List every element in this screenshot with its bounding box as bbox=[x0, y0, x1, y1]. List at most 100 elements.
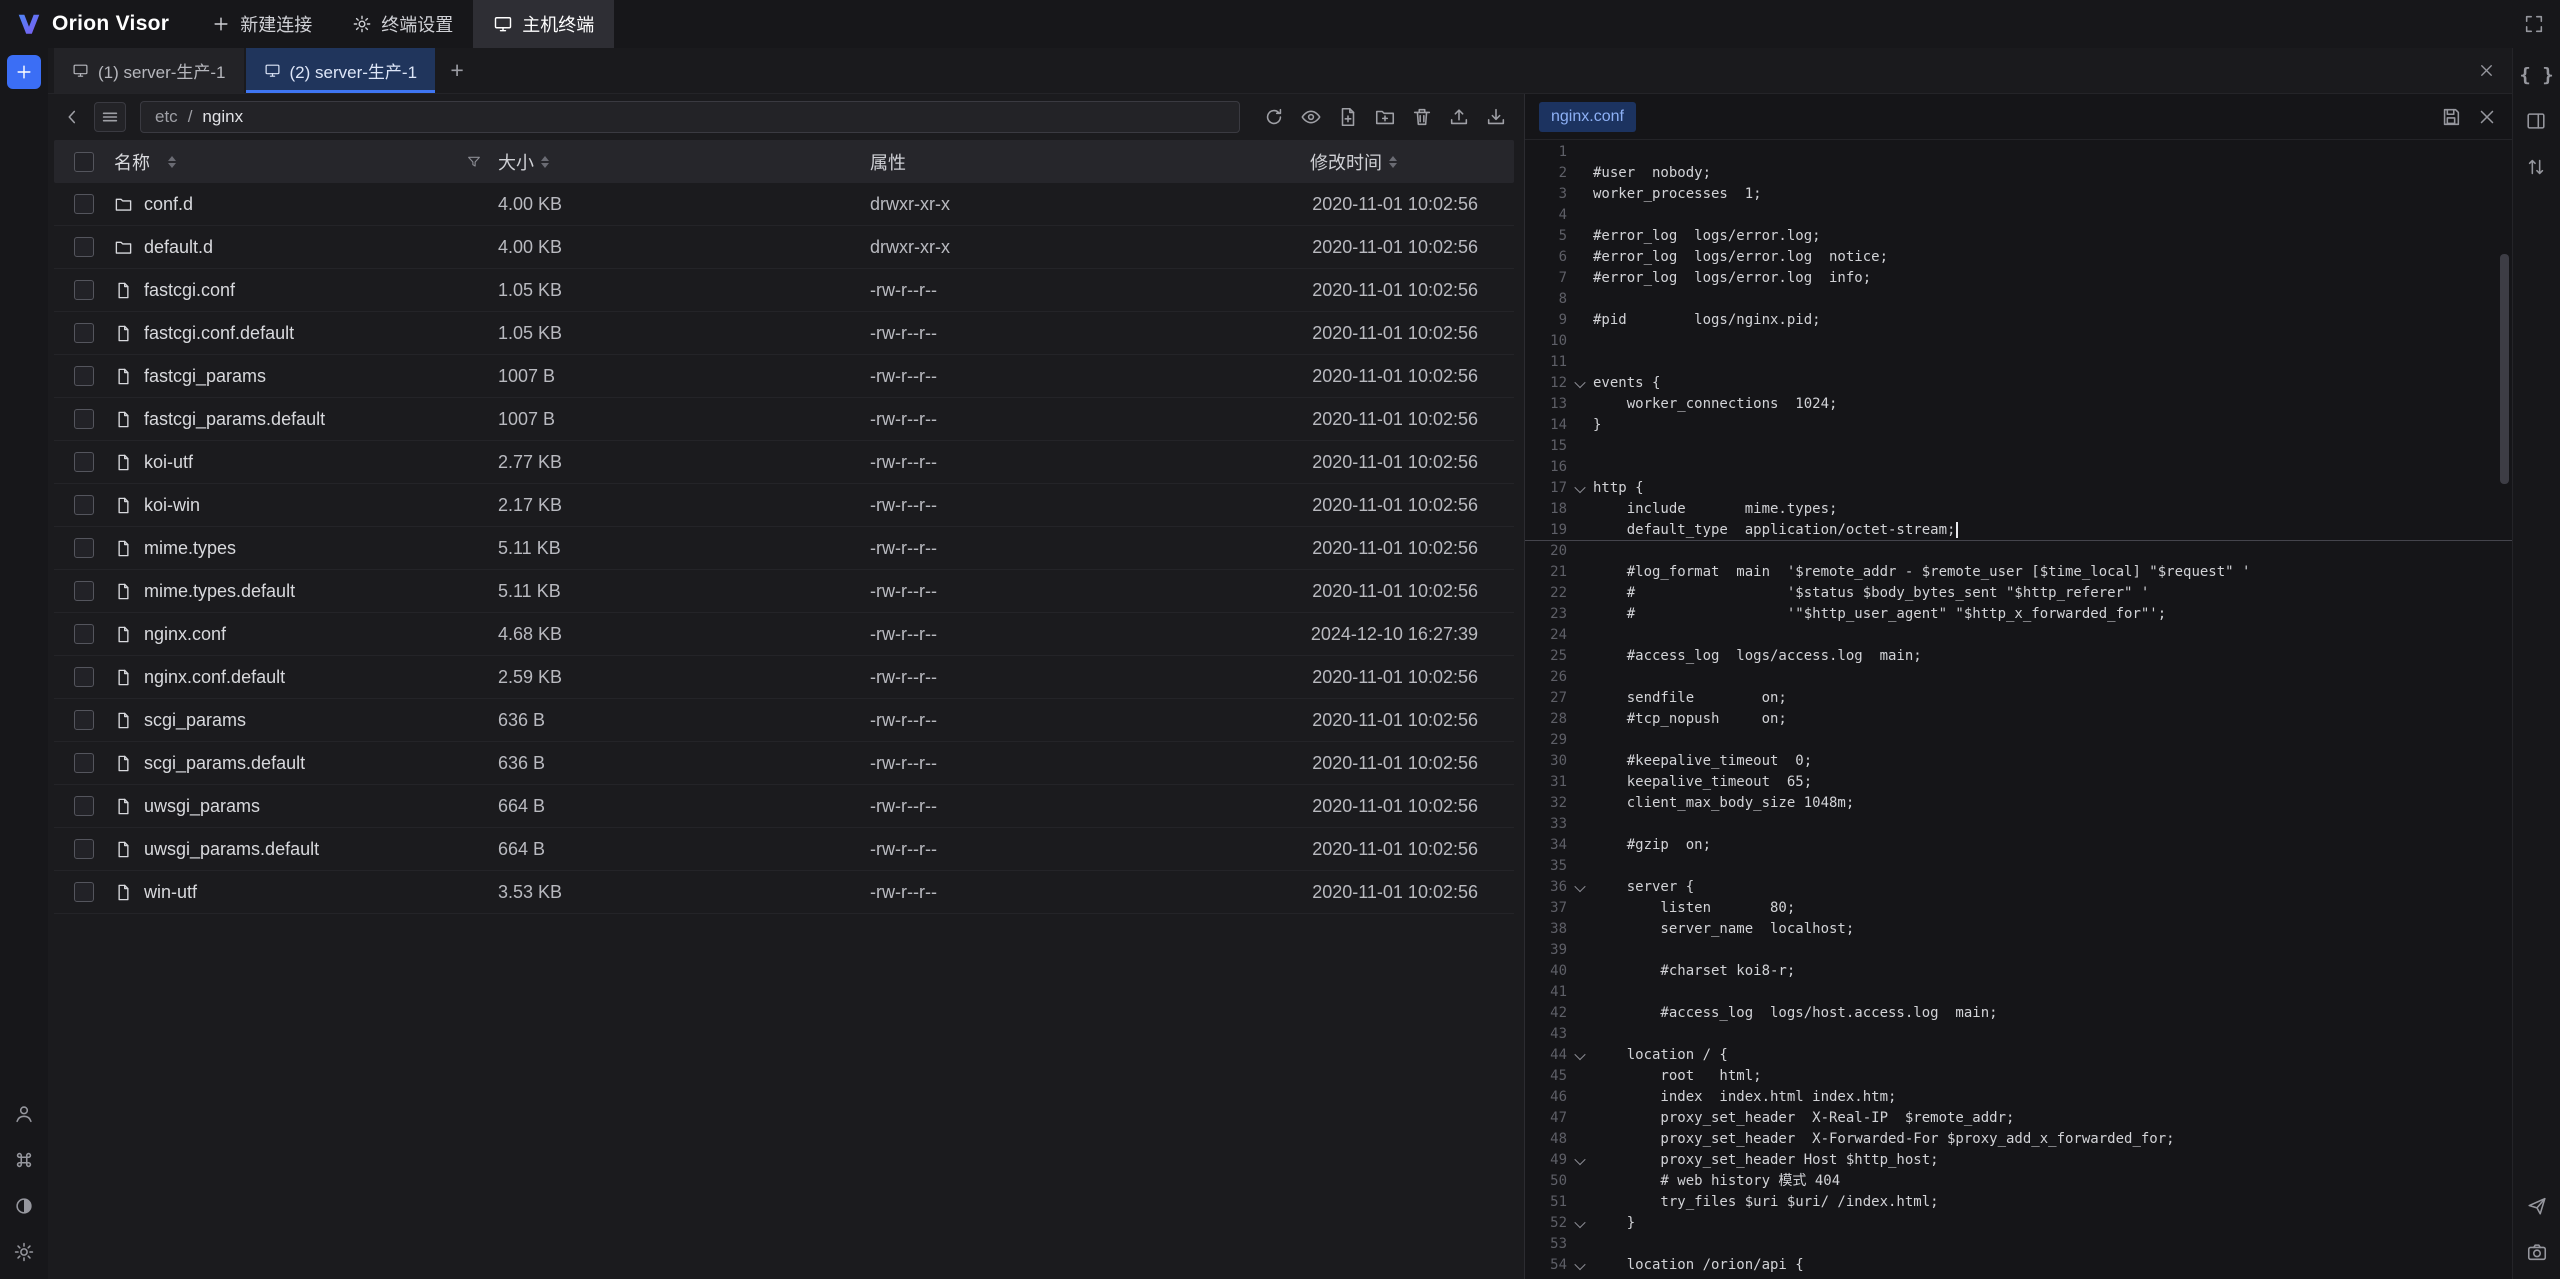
eye-button[interactable] bbox=[1295, 102, 1327, 132]
editor-file-tab[interactable]: nginx.conf bbox=[1539, 102, 1636, 132]
column-label: 名称 bbox=[114, 149, 150, 175]
fold-chevron-icon[interactable] bbox=[1574, 1048, 1585, 1059]
table-row[interactable]: fastcgi.conf1.05 KB-rw-r--r--2020-11-01 … bbox=[54, 269, 1514, 312]
add-tab-button[interactable]: + bbox=[437, 48, 477, 93]
fullscreen-button[interactable] bbox=[2508, 0, 2560, 48]
code-editor[interactable]: 12#user nobody;3worker_processes 1;45#er… bbox=[1525, 140, 2512, 1279]
code-line: 9#pid logs/nginx.pid; bbox=[1525, 310, 2512, 331]
row-checkbox[interactable] bbox=[74, 538, 94, 558]
fold-chevron-icon[interactable] bbox=[1574, 1216, 1585, 1227]
command-button[interactable] bbox=[13, 1149, 35, 1171]
line-number: 43 bbox=[1525, 1024, 1567, 1045]
row-checkbox[interactable] bbox=[74, 796, 94, 816]
table-row[interactable]: uwsgi_params664 B-rw-r--r--2020-11-01 10… bbox=[54, 785, 1514, 828]
sort-icon[interactable] bbox=[541, 156, 549, 168]
table-row[interactable]: fastcgi_params1007 B-rw-r--r--2020-11-01… bbox=[54, 355, 1514, 398]
column-header-name[interactable]: 名称 bbox=[114, 149, 498, 175]
table-row[interactable]: fastcgi.conf.default1.05 KB-rw-r--r--202… bbox=[54, 312, 1514, 355]
table-row[interactable]: conf.d4.00 KBdrwxr-xr-x2020-11-01 10:02:… bbox=[54, 183, 1514, 226]
row-checkbox[interactable] bbox=[74, 323, 94, 343]
row-checkbox[interactable] bbox=[74, 194, 94, 214]
table-row[interactable]: uwsgi_params.default664 B-rw-r--r--2020-… bbox=[54, 828, 1514, 871]
sort-icon[interactable] bbox=[1389, 156, 1397, 168]
table-row[interactable]: win-utf3.53 KB-rw-r--r--2020-11-01 10:02… bbox=[54, 871, 1514, 914]
row-checkbox[interactable] bbox=[74, 280, 94, 300]
column-header-size[interactable]: 大小 bbox=[498, 149, 870, 175]
fold-chevron-icon[interactable] bbox=[1574, 481, 1585, 492]
close-editor-button[interactable] bbox=[2476, 106, 2498, 128]
brand: Orion Visor bbox=[0, 0, 191, 48]
topmenu-item-new-connection[interactable]: 新建连接 bbox=[191, 0, 332, 48]
row-checkbox[interactable] bbox=[74, 753, 94, 773]
row-checkbox[interactable] bbox=[74, 882, 94, 902]
table-row[interactable]: nginx.conf.default2.59 KB-rw-r--r--2020-… bbox=[54, 656, 1514, 699]
camera-button[interactable] bbox=[2526, 1241, 2548, 1263]
fold-chevron-icon[interactable] bbox=[1574, 880, 1585, 891]
code-text: server { bbox=[1593, 877, 1694, 898]
row-checkbox[interactable] bbox=[74, 839, 94, 859]
code-line: 21 #log_format main '$remote_addr - $rem… bbox=[1525, 562, 2512, 583]
back-button[interactable] bbox=[56, 102, 88, 132]
breadcrumb[interactable]: etc / nginx bbox=[140, 101, 1240, 133]
breadcrumb-segment[interactable]: nginx bbox=[202, 107, 243, 127]
row-checkbox[interactable] bbox=[74, 452, 94, 472]
column-header-mtime[interactable]: 修改时间 bbox=[1310, 149, 1514, 175]
session-tab[interactable]: (1) server-生产-1 bbox=[54, 48, 244, 93]
table-row[interactable]: default.d4.00 KBdrwxr-xr-x2020-11-01 10:… bbox=[54, 226, 1514, 269]
editor-scrollbar-thumb[interactable] bbox=[2500, 254, 2509, 484]
table-row[interactable]: mime.types.default5.11 KB-rw-r--r--2020-… bbox=[54, 570, 1514, 613]
upload-button[interactable] bbox=[1443, 102, 1475, 132]
table-row[interactable]: nginx.conf4.68 KB-rw-r--r--2024-12-10 16… bbox=[54, 613, 1514, 656]
new-folder-button[interactable] bbox=[1369, 102, 1401, 132]
table-row[interactable]: koi-utf2.77 KB-rw-r--r--2020-11-01 10:02… bbox=[54, 441, 1514, 484]
file-attr: -rw-r--r-- bbox=[870, 280, 1310, 301]
swap-button[interactable] bbox=[2525, 156, 2547, 178]
fold-chevron-icon[interactable] bbox=[1574, 376, 1585, 387]
row-checkbox[interactable] bbox=[74, 409, 94, 429]
theme-button[interactable] bbox=[13, 1195, 35, 1217]
table-row[interactable]: scgi_params.default636 B-rw-r--r--2020-1… bbox=[54, 742, 1514, 785]
panel-button[interactable] bbox=[2525, 110, 2547, 132]
save-file-button[interactable] bbox=[2440, 106, 2462, 128]
filter-icon[interactable] bbox=[466, 154, 482, 170]
table-row[interactable]: koi-win2.17 KB-rw-r--r--2020-11-01 10:02… bbox=[54, 484, 1514, 527]
line-number: 9 bbox=[1525, 310, 1567, 331]
row-checkbox[interactable] bbox=[74, 237, 94, 257]
table-row[interactable]: fastcgi_params.default1007 B-rw-r--r--20… bbox=[54, 398, 1514, 441]
breadcrumb-segment[interactable]: etc bbox=[155, 107, 178, 127]
line-number: 16 bbox=[1525, 457, 1567, 478]
topmenu-item-host-terminal[interactable]: 主机终端 bbox=[473, 0, 614, 48]
topmenu-item-terminal-settings[interactable]: 终端设置 bbox=[332, 0, 473, 48]
user-button[interactable] bbox=[13, 1103, 35, 1125]
row-checkbox[interactable] bbox=[74, 581, 94, 601]
session-tab[interactable]: (2) server-生产-1 bbox=[246, 48, 436, 93]
file-size: 636 B bbox=[498, 710, 870, 731]
view-list-button[interactable] bbox=[94, 102, 126, 132]
new-file-button[interactable] bbox=[1332, 102, 1364, 132]
row-checkbox[interactable] bbox=[74, 495, 94, 515]
braces-button[interactable]: { } bbox=[2519, 64, 2553, 86]
sort-icon[interactable] bbox=[168, 156, 176, 168]
row-checkbox[interactable] bbox=[74, 710, 94, 730]
row-checkbox[interactable] bbox=[74, 667, 94, 687]
column-header-attr[interactable]: 属性 bbox=[870, 149, 1310, 175]
select-all-checkbox[interactable] bbox=[74, 152, 94, 172]
row-checkbox[interactable] bbox=[74, 624, 94, 644]
download-button[interactable] bbox=[1480, 102, 1512, 132]
table-row[interactable]: mime.types5.11 KB-rw-r--r--2020-11-01 10… bbox=[54, 527, 1514, 570]
code-line: 42 #access_log logs/host.access.log main… bbox=[1525, 1003, 2512, 1024]
breadcrumb-separator: / bbox=[188, 107, 193, 127]
add-connection-button[interactable] bbox=[7, 55, 41, 89]
gear-button[interactable] bbox=[13, 1241, 35, 1263]
session-tab-label: (1) server-生产-1 bbox=[98, 58, 226, 83]
close-panel-button[interactable] bbox=[2477, 61, 2496, 80]
fold-chevron-icon[interactable] bbox=[1574, 1258, 1585, 1269]
send-button[interactable] bbox=[2526, 1195, 2548, 1217]
code-line: 25 #access_log logs/access.log main; bbox=[1525, 646, 2512, 667]
fold-chevron-icon[interactable] bbox=[1574, 1153, 1585, 1164]
list-icon bbox=[99, 106, 121, 128]
row-checkbox[interactable] bbox=[74, 366, 94, 386]
refresh-button[interactable] bbox=[1258, 102, 1290, 132]
table-row[interactable]: scgi_params636 B-rw-r--r--2020-11-01 10:… bbox=[54, 699, 1514, 742]
trash-button[interactable] bbox=[1406, 102, 1438, 132]
